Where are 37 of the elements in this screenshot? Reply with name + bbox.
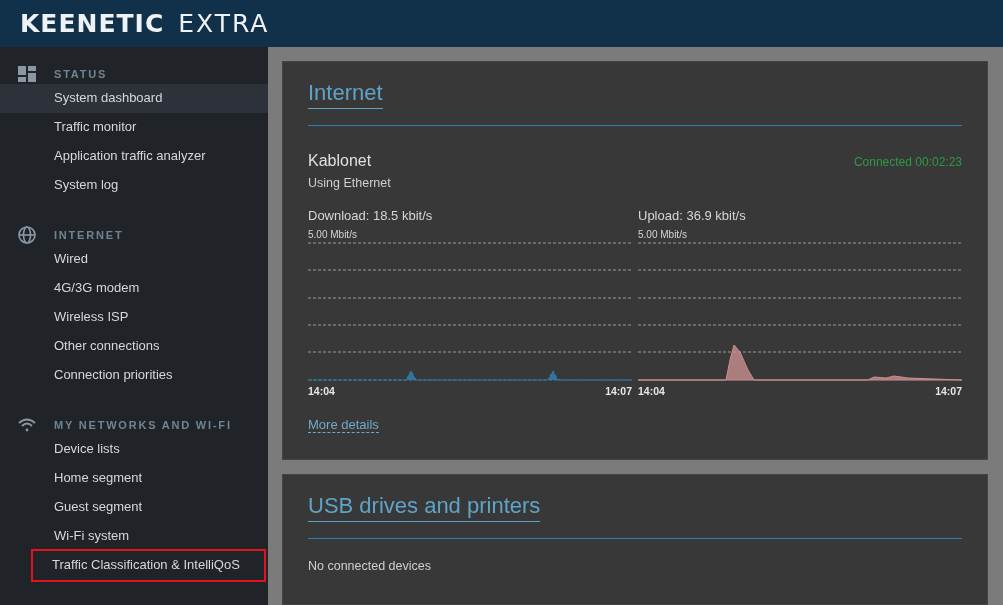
section-heading: MY NETWORKS AND WI-FI: [54, 419, 232, 431]
dashboard-icon: [18, 66, 36, 82]
nav-item[interactable]: 4G/3G modem: [0, 274, 268, 303]
nav-item[interactable]: Traffic Classification & IntelliQoS: [33, 551, 264, 580]
connection-status: Connected 00:02:23: [853, 155, 962, 171]
nav-item[interactable]: Device lists: [0, 435, 268, 464]
section-heading: STATUS: [54, 68, 108, 80]
time-label: 14:07: [605, 385, 632, 397]
connection-name: Kablonet: [308, 152, 373, 170]
scale-label: 5.00 Mbit/s: [308, 229, 358, 240]
nav-item[interactable]: Other connections: [0, 332, 268, 361]
brand-logo: KEENETIC: [20, 9, 165, 38]
nav-item[interactable]: Wired: [0, 245, 268, 274]
nav-item[interactable]: Guest segment: [0, 493, 268, 522]
card-title: USB drives and printers: [308, 493, 541, 522]
globe-icon: [18, 226, 36, 244]
nav-item[interactable]: Application traffic analyzer: [0, 142, 268, 171]
nav-item[interactable]: Wi-Fi system: [0, 522, 268, 551]
speed-label: Upload: 36.9 kbit/s: [638, 208, 747, 223]
nav-item[interactable]: System dashboard: [0, 84, 268, 113]
wifi-icon: [18, 418, 36, 432]
speed-label: Download: 18.5 kbit/s: [308, 208, 434, 223]
nav-item[interactable]: Traffic monitor: [0, 113, 268, 142]
scale-label: 5.00 Mbit/s: [638, 229, 688, 240]
nav-item[interactable]: Connection priorities: [0, 361, 268, 390]
card-title: Internet: [308, 80, 383, 109]
nav-item[interactable]: Home segment: [0, 464, 268, 493]
empty-message: No connected devices: [308, 559, 432, 573]
time-label: 14:07: [935, 385, 962, 397]
connection-type: Using Ethernet: [308, 176, 391, 190]
nav-item[interactable]: System log: [0, 171, 268, 200]
model-name: EXTRA: [178, 9, 270, 38]
time-label: 14:04: [308, 385, 335, 397]
time-label: 14:04: [638, 385, 665, 397]
section-heading: INTERNET: [54, 229, 124, 241]
more-details-link[interactable]: More details: [308, 417, 379, 433]
nav-item[interactable]: Wireless ISP: [0, 303, 268, 332]
